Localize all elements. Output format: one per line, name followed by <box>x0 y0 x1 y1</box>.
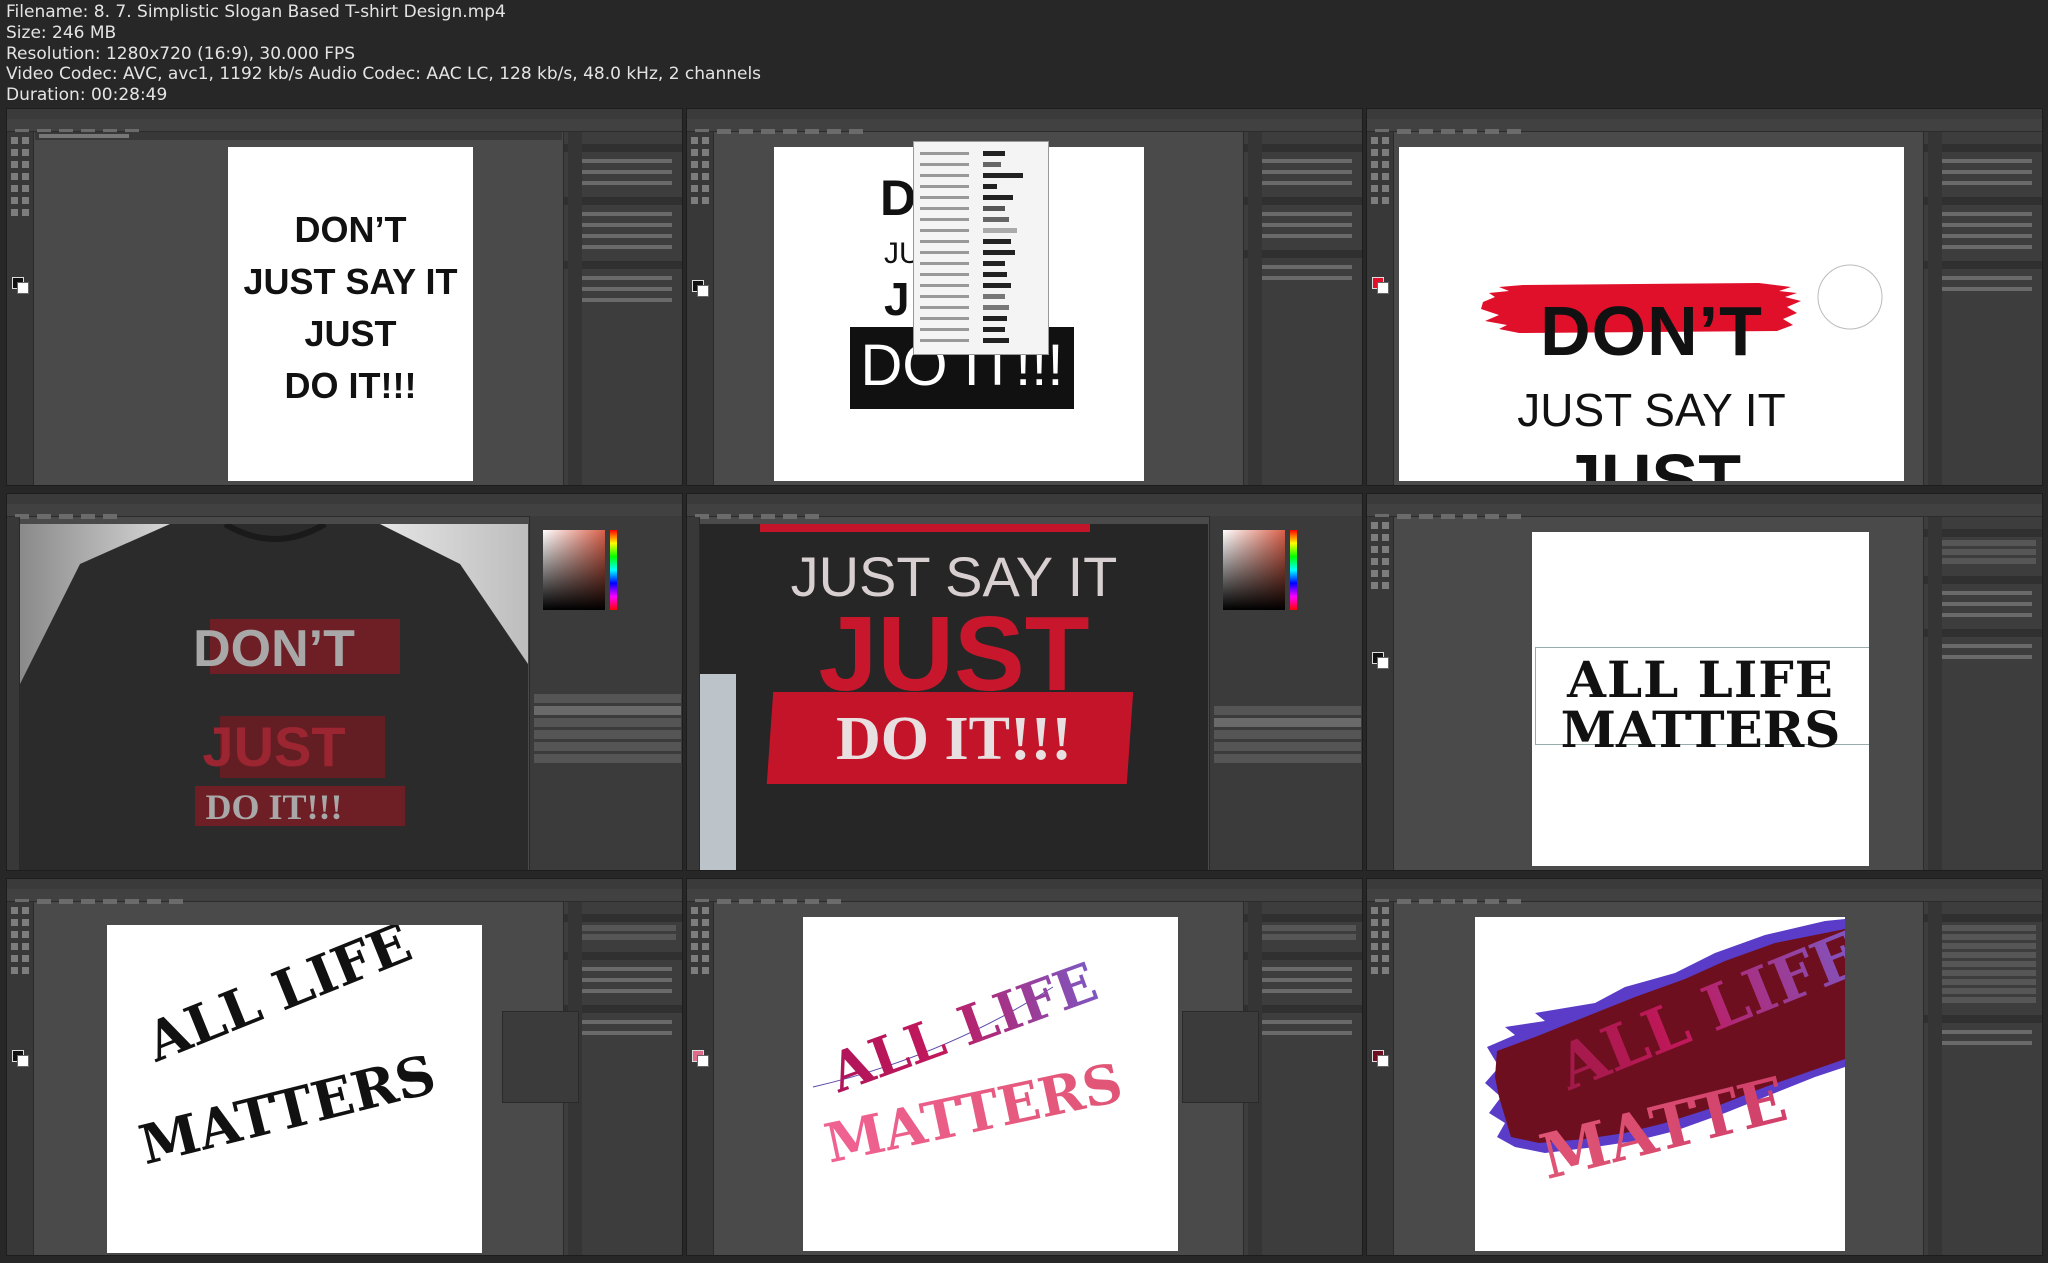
slogan-line: JUST <box>1562 440 1741 481</box>
slogan-line: DO IT!!! <box>284 365 417 406</box>
slogan-line: DON’T <box>294 209 407 250</box>
thumbnail-frame-3: DON’T JUST SAY IT JUST <box>1366 108 2043 486</box>
control-bar <box>687 889 1362 904</box>
control-bar <box>1367 889 2042 904</box>
stroke-swatch-icon <box>697 1055 709 1067</box>
artboard: DON’T JUST SAY IT JUST DO IT!!! <box>228 147 473 481</box>
mockup-canvas: DON’T JUST DO IT!!! <box>20 524 528 870</box>
color-picker[interactable] <box>1223 530 1285 610</box>
panel-dock <box>1928 132 1942 485</box>
hue-slider[interactable] <box>610 530 617 610</box>
slogan-line: JUST SAY IT <box>243 261 458 302</box>
menu-bar <box>687 879 1362 894</box>
control-bar <box>7 889 682 904</box>
video-info: Filename: 8. 7. Simplistic Slogan Based … <box>6 2 761 106</box>
artboard: DON’T JUST SAY IT JUST <box>1399 147 1904 481</box>
resolution-line: Resolution: 1280x720 (16:9), 30.000 FPS <box>6 43 356 64</box>
slogan-line: DON’T <box>1540 292 1763 370</box>
thumbnail-frame-1: DON’T JUST SAY IT JUST DO IT!!! <box>6 108 683 486</box>
ps-right-panels <box>1209 516 1362 870</box>
document-tab <box>35 132 562 140</box>
thumbnail-frame-4: DON’T JUST DO IT!!! <box>6 493 683 871</box>
tools-panel <box>687 132 714 485</box>
tools-panel <box>687 517 700 870</box>
slogan-line: DON’T <box>193 620 355 678</box>
artboard: ALL LIFE MATTERS <box>1532 532 1869 866</box>
tools-panel <box>7 132 34 485</box>
menu-bar <box>1367 109 2042 124</box>
align-panel <box>502 1011 579 1103</box>
control-bar <box>1367 504 2042 519</box>
tools-panel <box>7 517 20 870</box>
align-panel <box>1182 1011 1259 1103</box>
hue-slider[interactable] <box>1290 530 1297 610</box>
slogan-line: JUST <box>818 595 1090 713</box>
stroke-swatch-icon <box>1377 282 1389 294</box>
thumbnail-frame-8: ALL LIFE MATTERS <box>686 878 1363 1256</box>
slogan-line: JUST SAY IT <box>1517 384 1786 436</box>
menu-bar <box>7 109 682 124</box>
menu-bar <box>1367 879 2042 894</box>
stroke-swatch-icon <box>1377 1055 1389 1067</box>
stroke-swatch-icon <box>697 285 709 297</box>
panel-dock <box>1248 132 1262 485</box>
tools-panel <box>1367 132 1394 485</box>
red-band <box>760 524 1090 532</box>
slogan-line: DO IT!!! <box>836 705 1072 773</box>
slogan-line: D <box>880 170 917 226</box>
menu-bar <box>687 109 1362 124</box>
menu-bar <box>1367 494 2042 509</box>
control-bar <box>7 119 682 134</box>
stroke-swatch-icon <box>17 1055 29 1067</box>
slogan-line: JUST <box>304 313 397 354</box>
ps-right-panels <box>529 516 682 870</box>
slogan-line: DO IT!!! <box>205 787 343 827</box>
codecs-line: Video Codec: AVC, avc1, 1192 kb/s Audio … <box>6 64 762 85</box>
slogan-line: JUST <box>202 715 346 778</box>
stroke-swatch-icon <box>17 282 29 294</box>
panel-dock <box>1928 902 1942 1255</box>
tools-panel <box>1367 517 1394 870</box>
font-dropdown[interactable] <box>913 141 1049 355</box>
slogan-line: ALL LIFE <box>137 925 421 1075</box>
menu-bar <box>687 494 1362 509</box>
tools-panel <box>7 902 34 1255</box>
slogan-line: J <box>884 273 910 325</box>
size-line: Size: 246 MB <box>6 22 117 43</box>
thumbnail-frame-5: JUST SAY IT JUST DO IT!!! <box>686 493 1363 871</box>
filename-line: Filename: 8. 7. Simplistic Slogan Based … <box>6 2 506 22</box>
thumbnail-frame-2: D JU J DO IT!!! <box>686 108 1363 486</box>
thumbnail-frame-6: ALL LIFE MATTERS <box>1366 493 2043 871</box>
mockup-canvas: JUST SAY IT JUST DO IT!!! <box>700 524 1208 870</box>
menu-bar <box>7 879 682 894</box>
tools-panel <box>687 902 714 1255</box>
color-picker[interactable] <box>543 530 605 610</box>
thumbnail-frame-7: ALL LIFE MATTERS <box>6 878 683 1256</box>
menu-bar <box>7 494 682 509</box>
artboard: ALL LIFE MATTERS <box>107 925 482 1253</box>
slogan-line: MATTERS <box>1560 700 1841 759</box>
stroke-swatch-icon <box>1377 657 1389 669</box>
artboard: ALL LIFE MATTE <box>1475 917 1845 1251</box>
control-bar <box>687 119 1362 134</box>
duration-line: Duration: 00:28:49 <box>6 85 168 106</box>
thumbnail-frame-9: ALL LIFE MATTE <box>1366 878 2043 1256</box>
control-bar <box>1367 119 2042 134</box>
artboard: ALL LIFE MATTERS <box>803 917 1178 1251</box>
panel-dock <box>1928 517 1942 870</box>
panel-dock <box>568 132 582 485</box>
tools-panel <box>1367 902 1394 1255</box>
